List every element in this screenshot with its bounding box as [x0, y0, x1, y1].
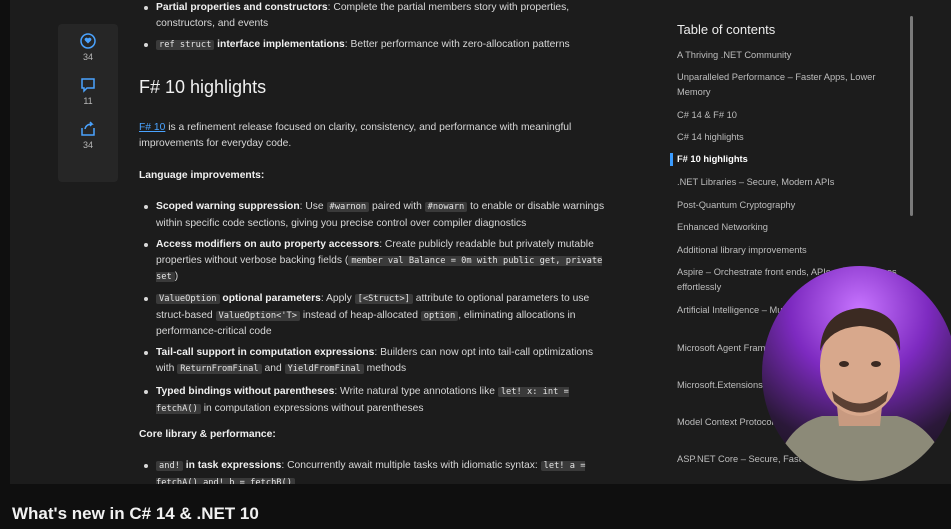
list-item: ref struct interface implementations: Be…	[144, 37, 611, 54]
comment-count: 11	[83, 96, 93, 106]
fsharp-link[interactable]: F# 10	[139, 122, 165, 133]
webcam-overlay	[762, 266, 951, 481]
toc-item[interactable]: C# 14 highlights	[677, 130, 902, 145]
intro-paragraph: F# 10 is a refinement release focused on…	[139, 120, 594, 151]
toc-item[interactable]: Enhanced Networking	[677, 220, 902, 235]
item-text: : Better performance with zero-allocatio…	[344, 39, 570, 50]
inline-code: #nowarn	[424, 202, 468, 212]
item-title: Tail-call support in computation express…	[156, 347, 375, 358]
item-text: )	[174, 271, 179, 282]
toc-item[interactable]: F# 10 highlights	[670, 152, 902, 167]
toc-title: Table of contents	[677, 22, 776, 37]
item-text: : Use	[299, 201, 327, 212]
intro-text: is a refinement release focused on clari…	[139, 122, 572, 149]
item-text: : Write natural type annotations like	[334, 386, 498, 397]
item-title: Scoped warning suppression	[156, 201, 300, 212]
toc-item[interactable]: A Thriving .NET Community	[677, 48, 902, 63]
item-text: and	[261, 362, 285, 374]
engagement-rail: 34 11 34	[58, 24, 118, 182]
toc-item[interactable]: Unparalleled Performance – Faster Apps, …	[677, 70, 902, 100]
item-text: paired with	[369, 201, 425, 212]
comment-icon	[81, 78, 95, 93]
list-item: Access modifiers on auto property access…	[144, 237, 611, 286]
toc-scrollbar[interactable]	[910, 16, 913, 216]
item-title: in task expressions	[182, 460, 282, 471]
inline-code: option	[420, 310, 459, 321]
item-text: : Concurrently await multiple tasks with…	[281, 460, 541, 471]
list-item: Tail-call support in computation express…	[144, 345, 611, 377]
item-title: Access modifiers on auto property access…	[156, 239, 380, 250]
comment-button[interactable]: 11	[58, 76, 118, 106]
like-button[interactable]: 34	[58, 32, 118, 62]
list-item: Typed bindings without parentheses: Writ…	[144, 384, 611, 417]
inline-code: [<Struct>]	[354, 294, 413, 304]
list-item: ValueOption optional parameters: Apply […	[144, 291, 611, 340]
presenter-image	[772, 308, 951, 481]
toc-item[interactable]: Additional library improvements	[677, 243, 902, 258]
toc-item[interactable]: C# 14 & F# 10	[677, 108, 902, 123]
list-item: Partial properties and constructors: Com…	[144, 0, 611, 31]
inline-code: ValueOption<'T>	[215, 310, 300, 321]
item-title: Partial properties and constructors	[156, 2, 328, 13]
item-text: : Apply	[320, 293, 355, 304]
section-heading: F# 10 highlights	[139, 77, 267, 97]
like-count: 34	[82, 52, 93, 62]
toc-item-label: F# 10 highlights	[677, 154, 748, 164]
inline-code: and!	[156, 461, 183, 471]
toc-item[interactable]: Post-Quantum Cryptography	[677, 198, 902, 213]
subheading-language: Language improvements:	[139, 170, 265, 181]
toc-active-indicator	[670, 153, 673, 166]
heart-plus-icon	[80, 33, 96, 49]
video-title: What's new in C# 14 & .NET 10	[12, 504, 259, 523]
inline-code: #warnon	[326, 202, 370, 212]
item-text: methods	[363, 362, 407, 374]
inline-code: YieldFromFinal	[284, 363, 364, 374]
item-title: optional parameters	[219, 293, 321, 304]
share-icon	[81, 121, 95, 136]
video-frame: 34 11 34 Partial properties and construc…	[10, 0, 951, 484]
item-text: instead of heap-allocated	[300, 309, 421, 321]
item-text: in computation expressions without paren…	[200, 402, 424, 414]
item-title: Typed bindings without parentheses	[156, 386, 335, 397]
share-count: 34	[82, 140, 93, 150]
item-title: interface implementations	[214, 39, 345, 50]
subheading-core: Core library & performance:	[139, 429, 276, 440]
list-item: Scoped warning suppression: Use #warnon …	[144, 199, 611, 231]
share-button[interactable]: 34	[58, 120, 118, 150]
list-item: and! in task expressions: Concurrently a…	[144, 458, 611, 484]
toc-item[interactable]: .NET Libraries – Secure, Modern APIs	[677, 175, 902, 190]
inline-code: ValueOption	[156, 294, 220, 304]
video-player[interactable]: 34 11 34 Partial properties and construc…	[0, 0, 951, 529]
inline-code: ref struct	[156, 40, 215, 50]
inline-code: ReturnFromFinal	[177, 363, 262, 374]
